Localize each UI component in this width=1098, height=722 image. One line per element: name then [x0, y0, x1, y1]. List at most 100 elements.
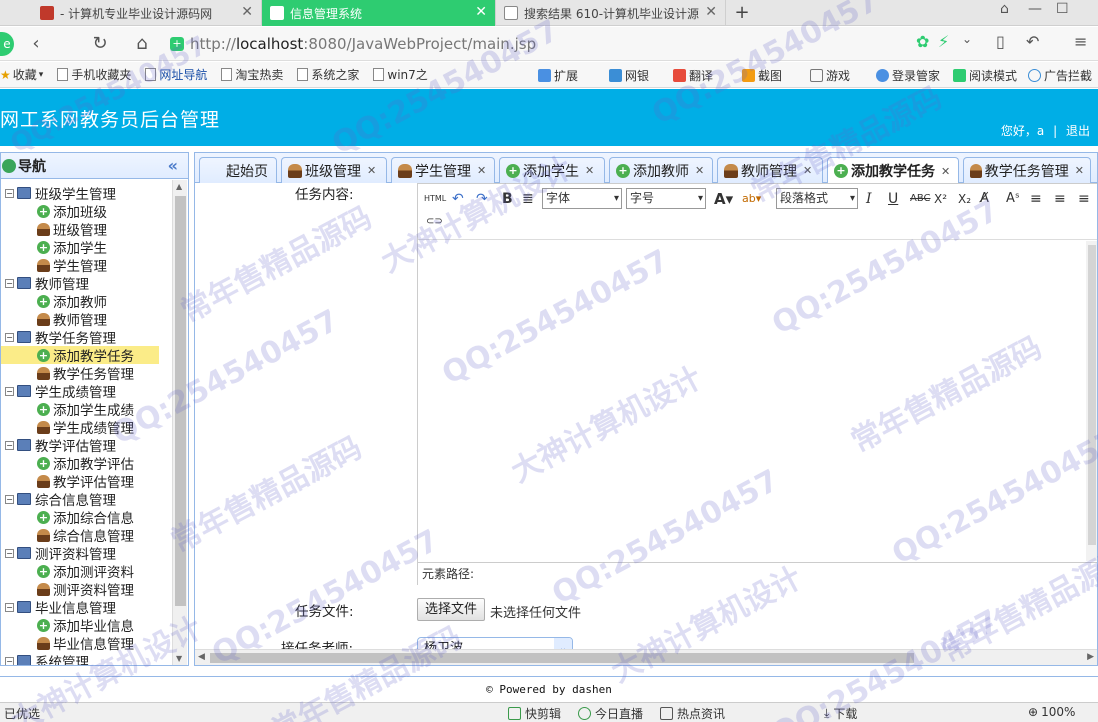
tree-group-3[interactable]: − 学生成绩管理 [5, 382, 116, 401]
close-icon[interactable]: ✕ [241, 4, 253, 20]
close-icon[interactable]: ✕ [705, 4, 717, 20]
tree-group-5[interactable]: − 综合信息管理 [5, 490, 116, 509]
home-icon[interactable]: ⌂ [130, 32, 154, 56]
browser-tab-3[interactable]: 搜索结果 610-计算机毕业设计源 ✕ [496, 0, 726, 26]
collapse-toggle-icon[interactable]: − [5, 332, 14, 342]
tree-item[interactable]: + 添加班级 [37, 202, 107, 221]
tree-item[interactable]: + 添加测评资料 [37, 562, 134, 581]
ext-screenshot[interactable]: 截图 [742, 62, 782, 88]
back-icon[interactable]: ‹ [24, 32, 48, 56]
tree-item[interactable]: + 添加教学任务 [1, 346, 159, 365]
tree-item[interactable]: + 添加综合信息 [37, 508, 134, 527]
main-horizontal-scrollbar[interactable]: ◀ ▶ [195, 649, 1097, 665]
rich-text-editor[interactable]: HTML ↶ ↷ B ≣ 字体 字号 A▾ ab▾ 段落格式 I U ABC X… [417, 183, 1097, 585]
font-family-select[interactable]: 字体 [542, 188, 622, 209]
tree-item[interactable]: + 添加毕业信息 [37, 616, 134, 635]
align-center-icon[interactable]: ≡ [1054, 189, 1066, 209]
bookmark-nav[interactable]: 网址导航 [145, 66, 207, 83]
tree-item[interactable]: 教师管理 [37, 310, 107, 329]
format-painter-icon[interactable]: Aˢ [1006, 189, 1020, 209]
collapse-left-icon[interactable]: « [168, 156, 178, 175]
status-news[interactable]: 热点资讯 [660, 705, 725, 722]
content-tab-0[interactable]: 起始页 [199, 157, 277, 183]
clear-format-icon[interactable]: A̸ [980, 189, 989, 209]
close-icon[interactable]: ✕ [941, 165, 950, 178]
link-icon[interactable]: ⊂⊃ [426, 212, 443, 232]
paragraph-format-select[interactable]: 段落格式 [776, 188, 858, 209]
choose-file-button[interactable]: 选择文件 [417, 598, 486, 621]
font-color-icon[interactable]: A▾ [714, 189, 733, 209]
bookmark-favorites[interactable]: ★ 收藏 ▾ [0, 66, 43, 83]
browser-logo-icon[interactable]: e [0, 32, 14, 56]
menu-icon[interactable]: ≡ [1074, 32, 1087, 51]
scroll-left-icon[interactable]: ◀ [198, 652, 205, 662]
ext-adblock[interactable]: 广告拦截 [1028, 62, 1092, 88]
editor-content-area[interactable] [418, 241, 1088, 561]
new-tab-button[interactable]: + [732, 2, 752, 23]
sidebar-scrollbar[interactable]: ▲ ▼ [172, 180, 187, 665]
tree-item[interactable]: + 添加教师 [37, 292, 107, 311]
tree-item[interactable]: 毕业信息管理 [37, 634, 134, 653]
editor-scrollbar[interactable] [1086, 241, 1097, 561]
close-icon[interactable]: ✕ [585, 164, 594, 177]
browser-tab-2[interactable]: 信息管理系统 ✕ [262, 0, 496, 26]
content-tab-2[interactable]: 学生管理 ✕ [391, 157, 495, 183]
font-size-select[interactable]: 字号 [626, 188, 706, 209]
tree-item[interactable]: 班级管理 [37, 220, 107, 239]
content-tab-1[interactable]: 班级管理 ✕ [281, 157, 387, 183]
status-live[interactable]: 今日直播 [578, 705, 643, 722]
skin-icon[interactable]: ⌂ [1000, 1, 1009, 17]
speed-mode-icon[interactable]: ✿ [916, 32, 929, 51]
close-icon[interactable]: ✕ [367, 164, 376, 177]
close-icon[interactable]: ✕ [477, 164, 486, 177]
ext-reader[interactable]: 阅读模式 [953, 62, 1017, 88]
url-field[interactable]: + http://localhost:8080/JavaWebProject/m… [170, 31, 910, 57]
close-icon[interactable]: ✕ [475, 4, 487, 20]
content-tab-4[interactable]: + 添加教师 ✕ [609, 157, 713, 183]
collapse-toggle-icon[interactable]: − [5, 548, 14, 558]
tree-item[interactable]: 教学评估管理 [37, 472, 134, 491]
close-icon[interactable]: ✕ [695, 164, 704, 177]
content-tab-3[interactable]: + 添加学生 ✕ [499, 157, 605, 183]
align-right-icon[interactable]: ≡ [1078, 189, 1090, 209]
tree-group-2[interactable]: − 教学任务管理 [5, 328, 116, 347]
browser-tab-1[interactable]: - 计算机专业毕业设计源码网 ✕ [0, 0, 262, 26]
collapse-toggle-icon[interactable]: − [5, 188, 14, 198]
lightning-icon[interactable]: ⚡ [938, 32, 949, 51]
status-download[interactable]: ⤓ 下载 [824, 705, 857, 722]
content-tab-6[interactable]: + 添加教学任务 ✕ [827, 157, 959, 184]
scrollbar-thumb[interactable] [1088, 245, 1096, 545]
bookmark-taobao[interactable]: 淘宝热卖 [221, 66, 283, 83]
tree-group-6[interactable]: − 测评资料管理 [5, 544, 116, 563]
italic-icon[interactable]: I [866, 189, 872, 209]
ext-extend[interactable]: 扩展 [538, 62, 578, 88]
content-tab-7[interactable]: 教学任务管理 ✕ [963, 157, 1091, 183]
scroll-up-icon[interactable]: ▲ [176, 182, 182, 191]
scroll-right-icon[interactable]: ▶ [1087, 652, 1094, 662]
subscript-icon[interactable]: X₂ [958, 189, 971, 209]
ext-games[interactable]: 游戏 [810, 62, 850, 88]
undo-icon[interactable]: ↶ [452, 189, 464, 209]
ext-translate[interactable]: 翻译 [673, 62, 713, 88]
undo-icon[interactable]: ↶ [1026, 32, 1039, 51]
tree-group-8[interactable]: − 系统管理 [5, 652, 89, 665]
collapse-toggle-icon[interactable]: − [5, 602, 14, 612]
tree-item[interactable]: 综合信息管理 [37, 526, 134, 545]
bookmark-mobile[interactable]: 手机收藏夹 [57, 66, 131, 83]
collapse-toggle-icon[interactable]: − [5, 494, 14, 504]
paragraph-icon[interactable]: ≣ [522, 189, 534, 209]
content-tab-5[interactable]: 教师管理 ✕ [717, 157, 823, 183]
close-icon[interactable]: ✕ [1075, 164, 1084, 177]
tree-item[interactable]: 学生管理 [37, 256, 107, 275]
highlight-icon[interactable]: ab▾ [742, 189, 761, 209]
tree-group-7[interactable]: − 毕业信息管理 [5, 598, 116, 617]
tree-group-4[interactable]: − 教学评估管理 [5, 436, 116, 455]
scroll-down-icon[interactable]: ▼ [176, 654, 182, 663]
chevron-down-icon[interactable]: ⌄ [962, 32, 972, 46]
align-left-icon[interactable]: ≡ [1030, 189, 1042, 209]
status-optimized[interactable]: 已优选 [4, 705, 40, 722]
collapse-toggle-icon[interactable]: − [5, 278, 14, 288]
bold-icon[interactable]: B [502, 189, 513, 209]
strikethrough-icon[interactable]: ABC [910, 189, 931, 209]
redo-icon[interactable]: ↷ [476, 189, 488, 209]
